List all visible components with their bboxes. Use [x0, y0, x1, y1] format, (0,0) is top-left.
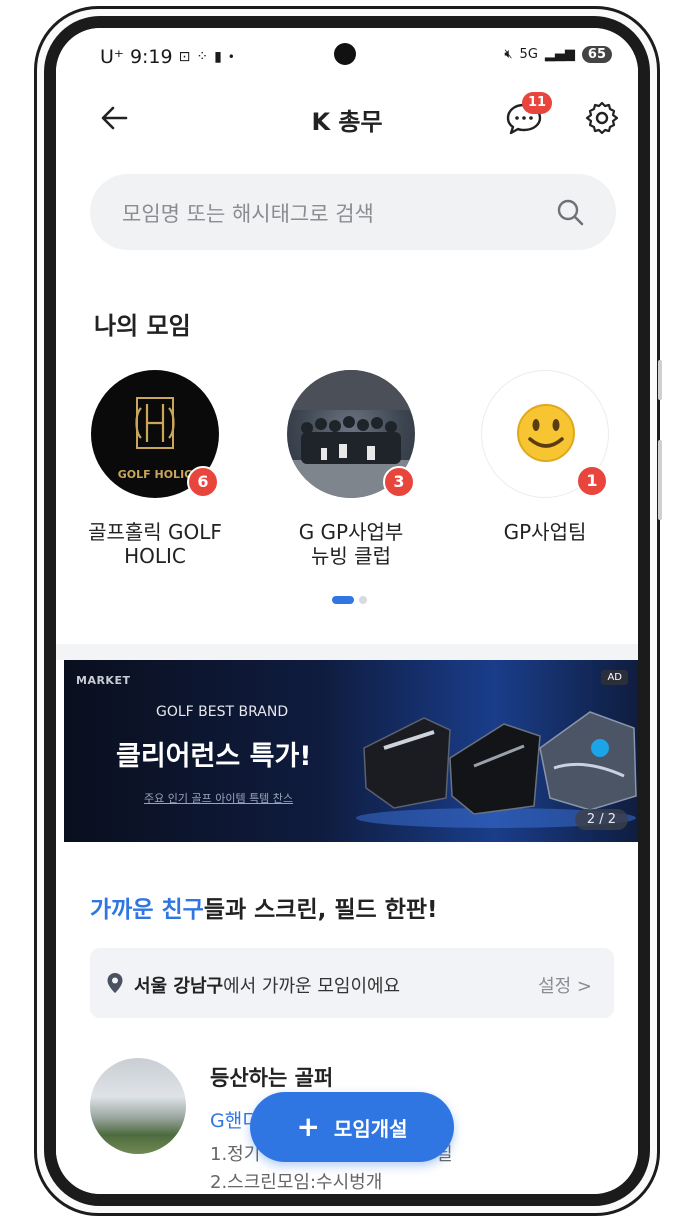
location-pin-icon: [107, 973, 123, 993]
ad-banner[interactable]: MARKET AD GOLF BEST BRAND 클리어런스 특가! 주요 인…: [64, 660, 638, 842]
search-placeholder: 모임명 또는 해시태그로 검색: [122, 202, 374, 226]
banner-title: 클리어런스 특가!: [116, 741, 312, 772]
front-camera: [334, 43, 356, 65]
group-avatar: 3: [287, 370, 415, 498]
status-left: U⁺ 9:19 ⊡ ⁘ ▮ •: [100, 46, 235, 68]
phone-bezel: U⁺ 9:19 ⊡ ⁘ ▮ • 🔇︎ 5G ▂▄▆ 65 K 총무 11 모임명…: [44, 16, 650, 1206]
network-label: 5G: [519, 47, 538, 62]
unread-count-badge: 1: [576, 465, 608, 497]
location-text: 서울 강남구에서 가까운 모임이에요: [134, 972, 400, 998]
banner-market-logo: MARKET: [76, 674, 131, 687]
screen-record-icon: ⊡: [178, 49, 191, 65]
search-bar[interactable]: 모임명 또는 해시태그로 검색: [90, 174, 616, 250]
app-bar: K 총무 11: [56, 88, 638, 148]
message-icon: ▮: [214, 49, 222, 65]
status-bar: U⁺ 9:19 ⊡ ⁘ ▮ • 🔇︎ 5G ▂▄▆ 65: [56, 28, 638, 74]
plus-icon: +: [296, 1110, 320, 1143]
connection-icon: ⁘: [196, 49, 209, 65]
nearby-group-title[interactable]: 등산하는 골퍼: [210, 1062, 333, 1092]
group-item[interactable]: 1 GP사업팀: [470, 370, 620, 544]
group-name: G GP사업부 뉴빙 클럽: [298, 520, 404, 568]
battery-indicator: 65: [581, 46, 612, 63]
clock: 9:19: [129, 46, 173, 68]
nearby-section-title: 가까운 친구들과 스크린, 필드 한판!: [90, 890, 438, 924]
search-icon[interactable]: [554, 196, 586, 228]
banner-subtitle: 주요 인기 골프 아이템 특템 찬스: [144, 792, 294, 805]
group-item[interactable]: 3 G GP사업부 뉴빙 클럽: [276, 370, 426, 568]
gear-icon[interactable]: [584, 100, 620, 136]
location-description: 에서 가까운 모임이에요: [223, 976, 401, 997]
nearby-title-rest: 들과 스크린, 필드 한판!: [203, 897, 438, 923]
unread-count-badge: 6: [187, 466, 219, 498]
dot-icon: •: [227, 50, 235, 64]
side-button: [658, 440, 662, 520]
location-name: 서울 강남구: [134, 976, 224, 997]
golf-driver-heads-image: [356, 711, 637, 828]
pager-dot[interactable]: [359, 596, 367, 604]
create-group-label: 모임개설: [333, 1116, 408, 1141]
signal-icon: ▂▄▆: [544, 47, 575, 62]
unread-count-badge: 3: [383, 466, 415, 498]
pager-dot-active[interactable]: [332, 596, 354, 604]
status-right: 🔇︎ 5G ▂▄▆ 65: [504, 46, 612, 63]
carrier-label: U⁺: [100, 46, 124, 68]
my-groups-title: 나의 모임: [94, 312, 191, 340]
chat-badge: 11: [522, 92, 552, 114]
location-settings-link[interactable]: 설정 >: [538, 972, 592, 998]
group-name: GP사업팀: [503, 520, 587, 544]
nearby-title-highlight: 가까운 친구: [90, 897, 204, 923]
banner-pager: 2 / 2: [574, 809, 628, 830]
section-divider: [56, 644, 638, 660]
device-frame: U⁺ 9:19 ⊡ ⁘ ▮ • 🔇︎ 5G ▂▄▆ 65 K 총무 11 모임명…: [0, 0, 685, 1219]
group-name: 골프홀릭 GOLF HOLIC: [88, 520, 222, 568]
nearby-group-desc-line: 2.스크린모임:수시벙개: [210, 1172, 383, 1193]
group-avatar: 1: [481, 370, 609, 498]
nearby-group-thumbnail[interactable]: [90, 1058, 186, 1154]
side-button: [658, 360, 662, 400]
group-item[interactable]: GOLF HOLIC 6 골프홀릭 GOLF HOLIC: [80, 370, 230, 568]
location-box: 서울 강남구에서 가까운 모임이에요 설정 >: [90, 948, 614, 1018]
mute-icon: 🔇︎: [504, 47, 513, 62]
logo-text: GOLF HOLIC: [118, 468, 192, 481]
nearby-group-desc-line: 1.정기: [210, 1144, 261, 1165]
create-group-button[interactable]: + 모임개설: [250, 1092, 454, 1162]
group-avatar: GOLF HOLIC 6: [91, 370, 219, 498]
carousel-pager: [332, 596, 367, 604]
app-screen: U⁺ 9:19 ⊡ ⁘ ▮ • 🔇︎ 5G ▂▄▆ 65 K 총무 11 모임명…: [56, 28, 638, 1194]
banner-small-title: GOLF BEST BRAND: [156, 704, 289, 720]
ad-label: AD: [601, 670, 628, 685]
